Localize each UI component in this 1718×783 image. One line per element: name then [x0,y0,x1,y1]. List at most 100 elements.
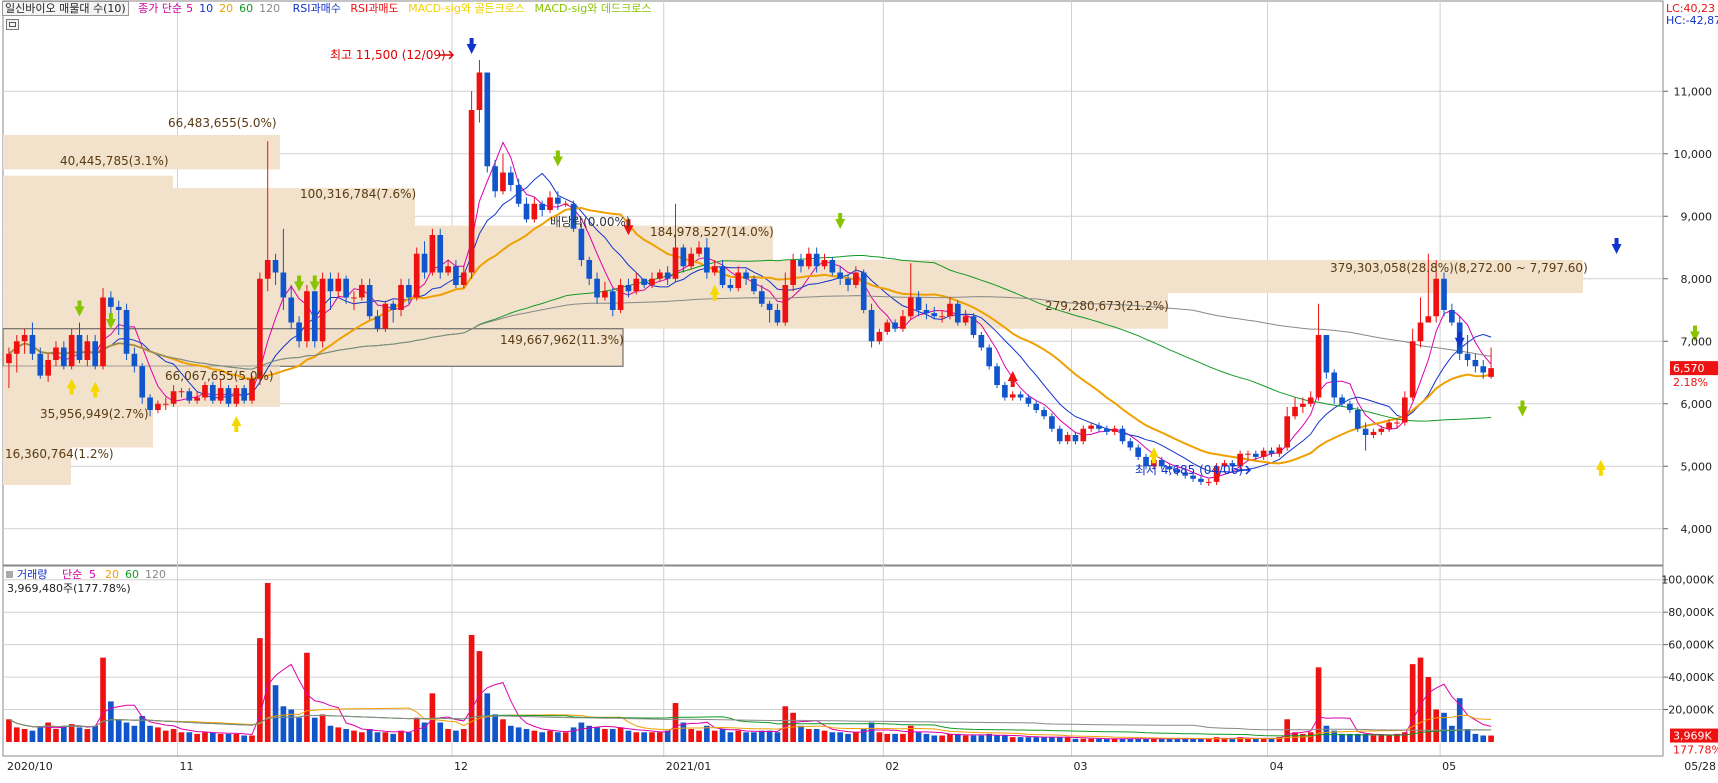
volume-profile-label: 66,483,655(5.0%) [168,116,277,130]
volume-bar [609,729,616,742]
volume-bar [1049,737,1055,742]
volume-bar [578,722,585,742]
volume-bar [547,730,553,742]
candle-body [586,260,593,279]
candle-body [704,247,710,273]
volume-bar [853,732,859,742]
volume-ma-label: 단순 [62,568,82,581]
candle-body [837,272,844,279]
candle-body [37,353,44,376]
price-axis-label: 8,000 [1681,273,1713,286]
volume-bar [617,727,624,742]
volume-profile-bar [3,293,1168,329]
candle-body [178,391,185,393]
volume-bar [884,733,891,742]
volume-bar [805,729,812,742]
volume-legend-title: 거래량 [17,568,47,581]
volume-bar [1017,737,1024,742]
chart-settings-button[interactable] [6,19,19,30]
volume-bar [382,732,389,742]
candle-body [1252,453,1259,457]
candle-body [398,285,404,310]
volume-bar [845,733,851,742]
volume-bar [453,730,459,742]
volume-bar [162,730,169,742]
candle-body [280,272,287,298]
candle-body [688,253,695,267]
volume-bar [1252,738,1259,742]
volume-bar [766,730,773,742]
price-axis-label: 6,000 [1681,398,1713,411]
candle-body [727,285,734,289]
volume-bar [492,714,498,742]
volume-bar [476,651,483,742]
volume-bar [507,725,514,742]
candle-body [1119,428,1126,442]
stock-name-label[interactable]: 일신바이오 매물대 수(10) [2,1,129,16]
volume-bar [366,729,373,742]
candle-body [209,385,216,401]
candle-body [845,278,851,285]
volume-profile-label: 379,303,058(28.8%)(8,272.00 ~ 7,797.60) [1330,261,1588,275]
current-change-label: 2.18% [1673,376,1708,389]
volume-axis-label: 60,000K [1668,639,1714,652]
candle-body [1017,394,1024,398]
candle-body [515,185,522,204]
volume-bar [829,732,836,742]
chart-canvas[interactable]: 66,483,655(5.0%) 40,445,785(3.1%) 100,316,… [0,0,1718,779]
volume-bar [37,727,44,742]
volume-bar [970,735,977,742]
candle-body [672,247,679,279]
candle-body [853,272,859,285]
volume-axis-label: 40,000K [1668,671,1714,684]
volume-bar [1488,735,1494,742]
volume-bar [539,732,546,742]
volume-bar [406,732,412,742]
candle-body [1362,428,1369,435]
volume-axis-label: 20,000K [1668,704,1714,717]
candle-body [523,203,530,220]
volume-bar [602,729,608,742]
candle-body [868,310,875,342]
volume-profile-label: 100,316,784(7.6%) [300,187,416,201]
candle-body [939,316,945,318]
volume-profile-label: 16,360,764(1.2%) [5,447,114,461]
candle-body [876,331,883,342]
candle-body [1064,435,1071,442]
volume-bar [178,732,185,742]
candle-body [335,278,342,292]
volume-bar [954,733,961,742]
candle-body [1284,416,1291,448]
volume-bar [656,732,663,742]
candle-body [547,197,553,210]
candle-body [735,272,742,289]
candle-body [1433,278,1440,317]
volume-bar [939,735,945,742]
candle-body [860,272,867,310]
price-axis-label: 10,000 [1674,148,1713,161]
rsi-sell-legend: RSI과매도 [350,2,399,15]
volume-bar [186,732,193,742]
volume-bar [202,732,208,742]
volume-bar [92,725,99,742]
candle-body [1315,335,1322,398]
volume-bar [876,732,883,742]
volume-bar [1417,657,1424,742]
candle-body [1025,397,1032,404]
volume-bar [6,719,12,742]
candle-body [1103,428,1110,432]
candle-body [1307,397,1314,404]
ma10-legend: 10 [199,2,214,15]
volume-bar [115,719,122,742]
volume-bar [962,735,969,742]
candle-body [437,235,444,273]
candle-body [445,266,451,273]
volume-bar [1386,735,1392,742]
ma20-legend: 20 [219,2,234,15]
candle-body [139,366,146,398]
hc-label: HC:-42,87 [1666,14,1718,27]
candle-body [766,303,773,310]
volume-ma5-legend: 5 [89,568,96,581]
candle-body [484,72,491,167]
macd-dead-legend: MACD-sig와 데드크로스 [534,2,652,15]
